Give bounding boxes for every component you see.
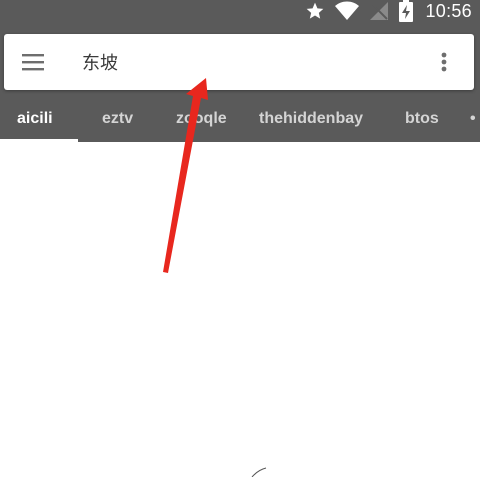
status-time: 10:56: [425, 1, 472, 21]
tab-eztv[interactable]: eztv: [102, 98, 133, 140]
battery-charging-icon: [399, 0, 414, 22]
status-icons: 10:56: [305, 0, 472, 22]
results-area: [0, 142, 480, 477]
no-sim-icon: [370, 2, 389, 20]
search-bar: [4, 34, 474, 90]
search-input[interactable]: [82, 46, 412, 78]
wifi-icon: [335, 1, 360, 20]
more-vertical-icon: [441, 52, 447, 72]
more-options-button[interactable]: [426, 42, 462, 82]
star-icon: [307, 2, 324, 19]
status-bar: 10:56: [0, 0, 480, 22]
menu-button[interactable]: [14, 42, 54, 82]
tab-overflow[interactable]: •: [470, 98, 480, 140]
tab-zooqle[interactable]: zooqle: [176, 98, 227, 140]
tab-bar: aicili eztv zooqle thehiddenbay btos •: [0, 98, 480, 142]
hamburger-menu-icon: [22, 54, 44, 71]
tab-aicili[interactable]: aicili: [17, 98, 53, 140]
tab-thehiddenbay[interactable]: thehiddenbay: [259, 98, 363, 140]
tab-btos[interactable]: btos: [405, 98, 439, 140]
app-toolbar: 10:56 aicili eztv zooqle thehiddenbay bt…: [0, 0, 480, 142]
